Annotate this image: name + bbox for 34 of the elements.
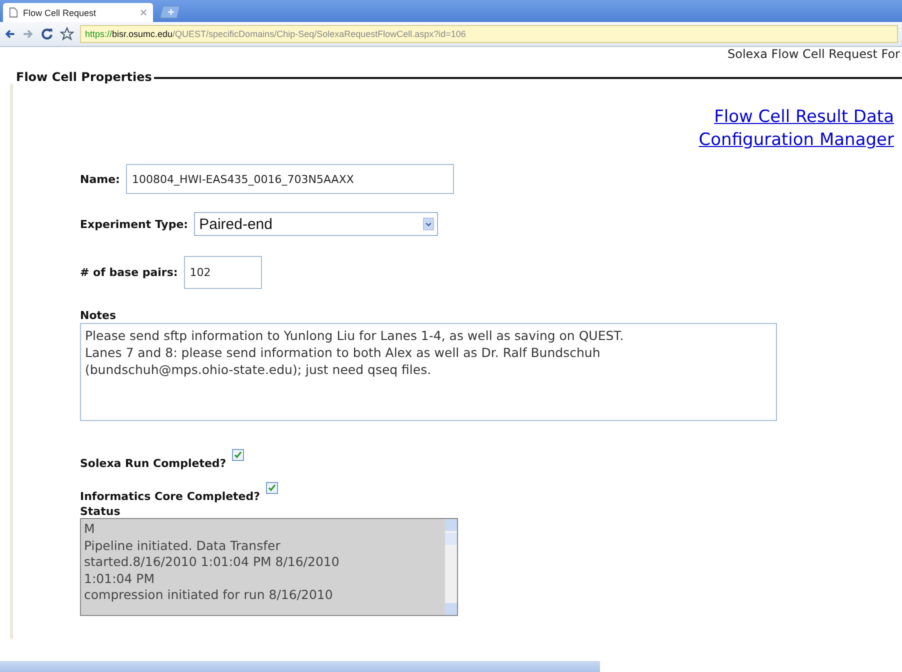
back-icon[interactable] bbox=[4, 28, 16, 40]
horizontal-scrollbar[interactable] bbox=[0, 661, 600, 672]
status-field[interactable]: M Pipeline initiated. Data Transfer started.8/16/2010 1:01:04 PM 8/16/2010 1:01:04 PM compression initiated for run 8/16/2010 bbox=[80, 518, 458, 616]
scrollbar[interactable] bbox=[445, 519, 457, 615]
close-icon[interactable] bbox=[140, 9, 147, 16]
status-line: started.8/16/2010 1:01:04 PM 8/16/2010 bbox=[84, 554, 340, 570]
status-line: Pipeline initiated. Data Transfer bbox=[84, 538, 282, 554]
field-label: Notes bbox=[80, 309, 118, 322]
link[interactable]: Configuration Manager bbox=[698, 130, 894, 150]
status-line: compression initiated for run 8/16/2010 bbox=[84, 587, 334, 604]
field-label: Status bbox=[80, 505, 122, 518]
new-tab-icon[interactable] bbox=[157, 5, 181, 19]
forward-icon[interactable] bbox=[22, 28, 34, 40]
base-pairs-field[interactable]: 102 bbox=[184, 256, 262, 289]
status-line: 1:01:04 PM bbox=[84, 570, 156, 587]
url-field[interactable]: https://bisr.osumc.edu/QUEST/specificDomains/Chip-Seq/SolexaRequestFlowCell.aspx?id=106 bbox=[80, 25, 898, 43]
checkbox[interactable] bbox=[266, 482, 278, 494]
link[interactable]: Flow Cell Result Data bbox=[714, 107, 894, 127]
field-label: Experiment Type: bbox=[80, 218, 188, 230]
page-heading: Solexa Flow Cell Request For bbox=[726, 47, 900, 63]
field-label: Name: bbox=[80, 172, 120, 186]
page-icon bbox=[9, 7, 18, 18]
checkbox-label: Solexa Run Completed? bbox=[80, 457, 226, 470]
checkbox-label: Informatics Core Completed? bbox=[80, 490, 260, 503]
experiment-type-dropdown[interactable]: Paired-end bbox=[194, 212, 438, 236]
fieldset-legend: Flow Cell Properties bbox=[10, 70, 154, 84]
star-icon[interactable] bbox=[60, 27, 74, 41]
reload-icon[interactable] bbox=[40, 27, 54, 41]
checkbox[interactable] bbox=[232, 449, 244, 461]
browser-tab[interactable]: Flow Cell Request bbox=[3, 3, 153, 22]
notes-field[interactable]: Please send sftp information to Yunlong Liu for Lanes 1-4, as well as saving on QUEST. Lanes 7 and 8: please send information to both Alex as well as Dr. Ralf Bundschuh (bundschuh@mps.ohio-state.edu); just need qseq files. bbox=[80, 323, 777, 421]
name-field[interactable]: 100804_HWI-EAS435_0016_703N5AAXX bbox=[126, 164, 454, 194]
status-line: M bbox=[84, 521, 96, 538]
field-label: # of base pairs: bbox=[80, 266, 178, 279]
